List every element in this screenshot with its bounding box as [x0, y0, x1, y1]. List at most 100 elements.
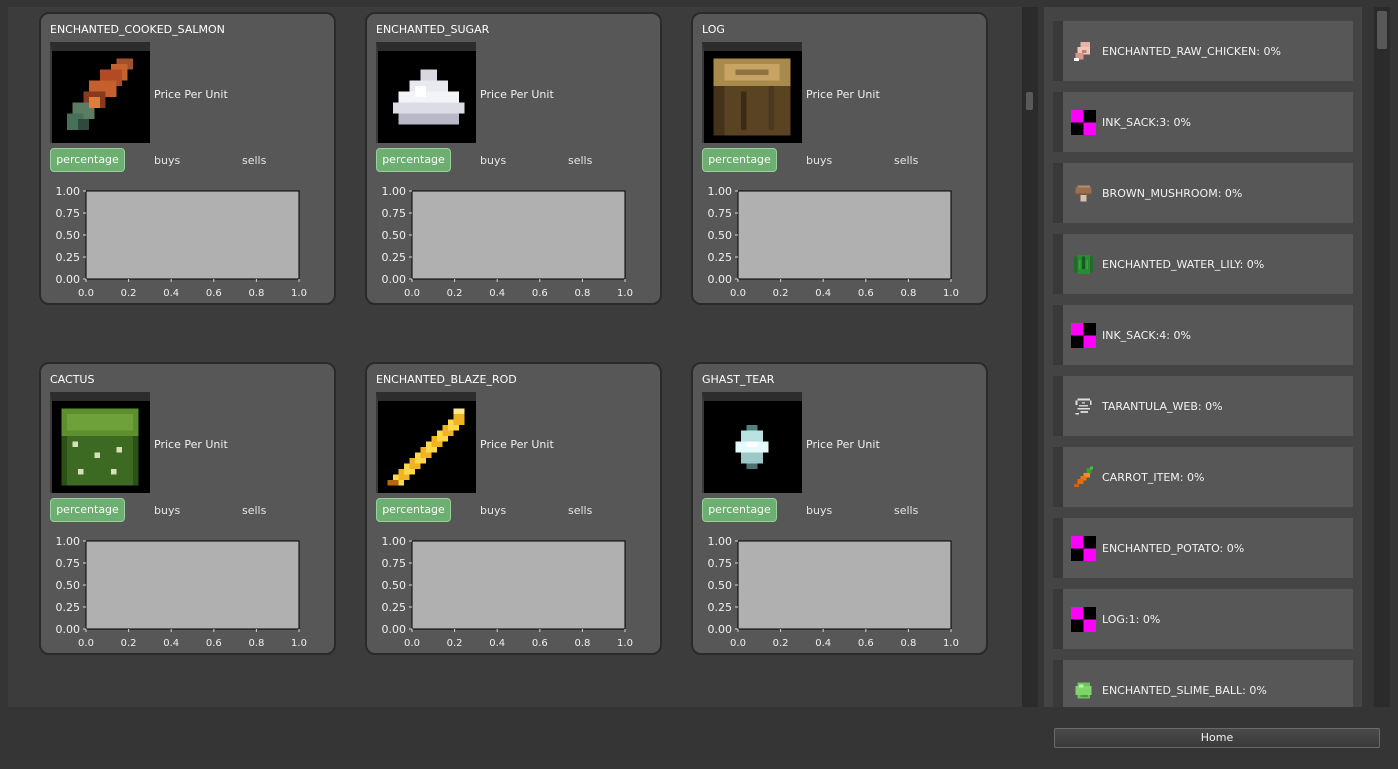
x-tick-label: 0.6	[858, 638, 874, 649]
sidebar-item[interactable]: TARANTULA_WEB: 0%	[1053, 376, 1353, 436]
chart-plot-area	[737, 190, 952, 280]
sugar-icon	[393, 69, 465, 125]
y-tick-label: 0.00	[708, 273, 733, 286]
water-lily-icon	[1071, 252, 1096, 277]
sidebar-scrollbar[interactable]	[1374, 7, 1390, 707]
cooked-salmon-icon	[67, 58, 133, 130]
y-tick-label: 0.25	[382, 251, 407, 264]
sidebar-item[interactable]: ENCHANTED_RAW_CHICKEN: 0%	[1053, 21, 1353, 81]
x-tick-label: 0.2	[773, 288, 789, 299]
sidebar-scrollbar-thumb[interactable]	[1377, 11, 1387, 49]
missing-texture-icon	[1071, 607, 1096, 632]
y-tick-label: 0.00	[382, 623, 407, 636]
y-tick-label: 0.00	[56, 273, 81, 286]
price-chart-svg: 1.00 0.75 0.50 0.25 0.00 0.0 0.2 0.4 0.6 0.8 1.0	[708, 535, 959, 649]
missing-texture-icon	[1071, 110, 1096, 135]
buys-button[interactable]: buys	[154, 504, 180, 517]
percentage-button[interactable]: percentage	[702, 498, 777, 522]
sells-button[interactable]: sells	[242, 504, 266, 517]
item-card-1: ENCHANTED_SUGAR Price Per Unit percentag…	[365, 12, 662, 305]
sells-button[interactable]: sells	[568, 154, 592, 167]
x-tick-label: 0.2	[773, 638, 789, 649]
y-tick-label: 0.25	[382, 601, 407, 614]
missing-texture-icon	[1071, 536, 1096, 561]
x-tick-label: 0.6	[532, 638, 548, 649]
sidebar-item[interactable]: ENCHANTED_SLIME_BALL: 0%	[1053, 660, 1353, 707]
home-button[interactable]: Home	[1054, 728, 1380, 748]
blaze-rod-icon	[387, 408, 465, 486]
y-tick-label: 1.00	[382, 185, 407, 198]
y-tick-label: 0.50	[56, 229, 81, 242]
item-card-3: CACTUS Price Per Unit percentage buys se…	[39, 362, 336, 655]
tarantula-web-icon	[1071, 394, 1096, 419]
buys-button[interactable]: buys	[480, 154, 506, 167]
percentage-button[interactable]: percentage	[376, 498, 451, 522]
x-tick-label: 0.8	[574, 288, 590, 299]
y-tick-label: 1.00	[382, 535, 407, 548]
y-tick-label: 0.25	[708, 251, 733, 264]
price-per-unit-label: Price Per Unit	[154, 438, 228, 451]
sidebar-item-label: LOG:1: 0%	[1102, 613, 1161, 626]
x-tick-label: 1.0	[617, 288, 633, 299]
price-chart-svg: 1.00 0.75 0.50 0.25 0.00 0.0 0.2 0.4 0.6 0.8 1.0	[56, 535, 307, 649]
x-tick-label: 1.0	[291, 638, 307, 649]
item-card-title: ENCHANTED_BLAZE_ROD	[376, 373, 517, 386]
item-image	[376, 42, 476, 143]
x-tick-label: 0.2	[121, 288, 137, 299]
sidebar-item[interactable]: LOG:1: 0%	[1053, 589, 1353, 649]
sidebar-item[interactable]: ENCHANTED_WATER_LILY: 0%	[1053, 234, 1353, 294]
x-tick-label: 0.6	[858, 288, 874, 299]
y-tick-label: 0.75	[382, 207, 407, 220]
cactus-icon	[61, 408, 139, 486]
x-tick-label: 1.0	[291, 288, 307, 299]
x-tick-label: 0.4	[163, 638, 179, 649]
y-tick-label: 0.75	[56, 207, 81, 220]
sidebar-item[interactable]: CARROT_ITEM: 0%	[1053, 447, 1353, 507]
y-tick-label: 0.25	[708, 601, 733, 614]
buys-button[interactable]: buys	[154, 154, 180, 167]
x-tick-label: 0.8	[900, 638, 916, 649]
sidebar-item[interactable]: INK_SACK:3: 0%	[1053, 92, 1353, 152]
percentage-button[interactable]: percentage	[702, 148, 777, 172]
y-tick-label: 0.75	[56, 557, 81, 570]
sells-button[interactable]: sells	[568, 504, 592, 517]
missing-texture-icon	[1071, 323, 1096, 348]
brown-mushroom-icon	[1071, 181, 1096, 206]
y-tick-label: 1.00	[56, 535, 81, 548]
x-tick-label: 0.4	[489, 638, 505, 649]
slime-ball-icon	[1071, 678, 1096, 703]
percentage-button[interactable]: percentage	[50, 498, 125, 522]
card-grid-scrollbar-thumb[interactable]	[1026, 92, 1033, 110]
card-grid-scrollbar[interactable]	[1022, 7, 1038, 707]
item-image	[702, 392, 802, 493]
x-tick-label: 0.0	[78, 288, 94, 299]
buys-button[interactable]: buys	[480, 504, 506, 517]
x-tick-label: 0.0	[78, 638, 94, 649]
sidebar-item[interactable]: BROWN_MUSHROOM: 0%	[1053, 163, 1353, 223]
percentage-button[interactable]: percentage	[376, 148, 451, 172]
item-card-5: GHAST_TEAR Price Per Unit percentage buy…	[691, 362, 988, 655]
price-chart-svg: 1.00 0.75 0.50 0.25 0.00 0.0 0.2 0.4 0.6 0.8 1.0	[708, 185, 959, 299]
log-icon	[713, 58, 791, 136]
price-per-unit-label: Price Per Unit	[480, 438, 554, 451]
x-tick-label: 0.4	[489, 288, 505, 299]
x-tick-label: 0.2	[121, 638, 137, 649]
y-tick-label: 0.25	[56, 251, 81, 264]
sidebar-item[interactable]: ENCHANTED_POTATO: 0%	[1053, 518, 1353, 578]
percentage-button[interactable]: percentage	[50, 148, 125, 172]
price-chart-svg: 1.00 0.75 0.50 0.25 0.00 0.0 0.2 0.4 0.6 0.8 1.0	[382, 185, 633, 299]
buys-button[interactable]: buys	[806, 154, 832, 167]
x-tick-label: 0.8	[900, 288, 916, 299]
item-card-0: ENCHANTED_COOKED_SALMON Price Per Unit p…	[39, 12, 336, 305]
sells-button[interactable]: sells	[894, 154, 918, 167]
x-tick-label: 1.0	[943, 638, 959, 649]
x-tick-label: 0.2	[447, 638, 463, 649]
sells-button[interactable]: sells	[894, 504, 918, 517]
y-tick-label: 1.00	[708, 185, 733, 198]
sells-button[interactable]: sells	[242, 154, 266, 167]
buys-button[interactable]: buys	[806, 504, 832, 517]
x-tick-label: 0.8	[248, 288, 264, 299]
item-image	[50, 42, 150, 143]
sidebar-item[interactable]: INK_SACK:4: 0%	[1053, 305, 1353, 365]
price-chart-svg: 1.00 0.75 0.50 0.25 0.00 0.0 0.2 0.4 0.6 0.8 1.0	[382, 535, 633, 649]
